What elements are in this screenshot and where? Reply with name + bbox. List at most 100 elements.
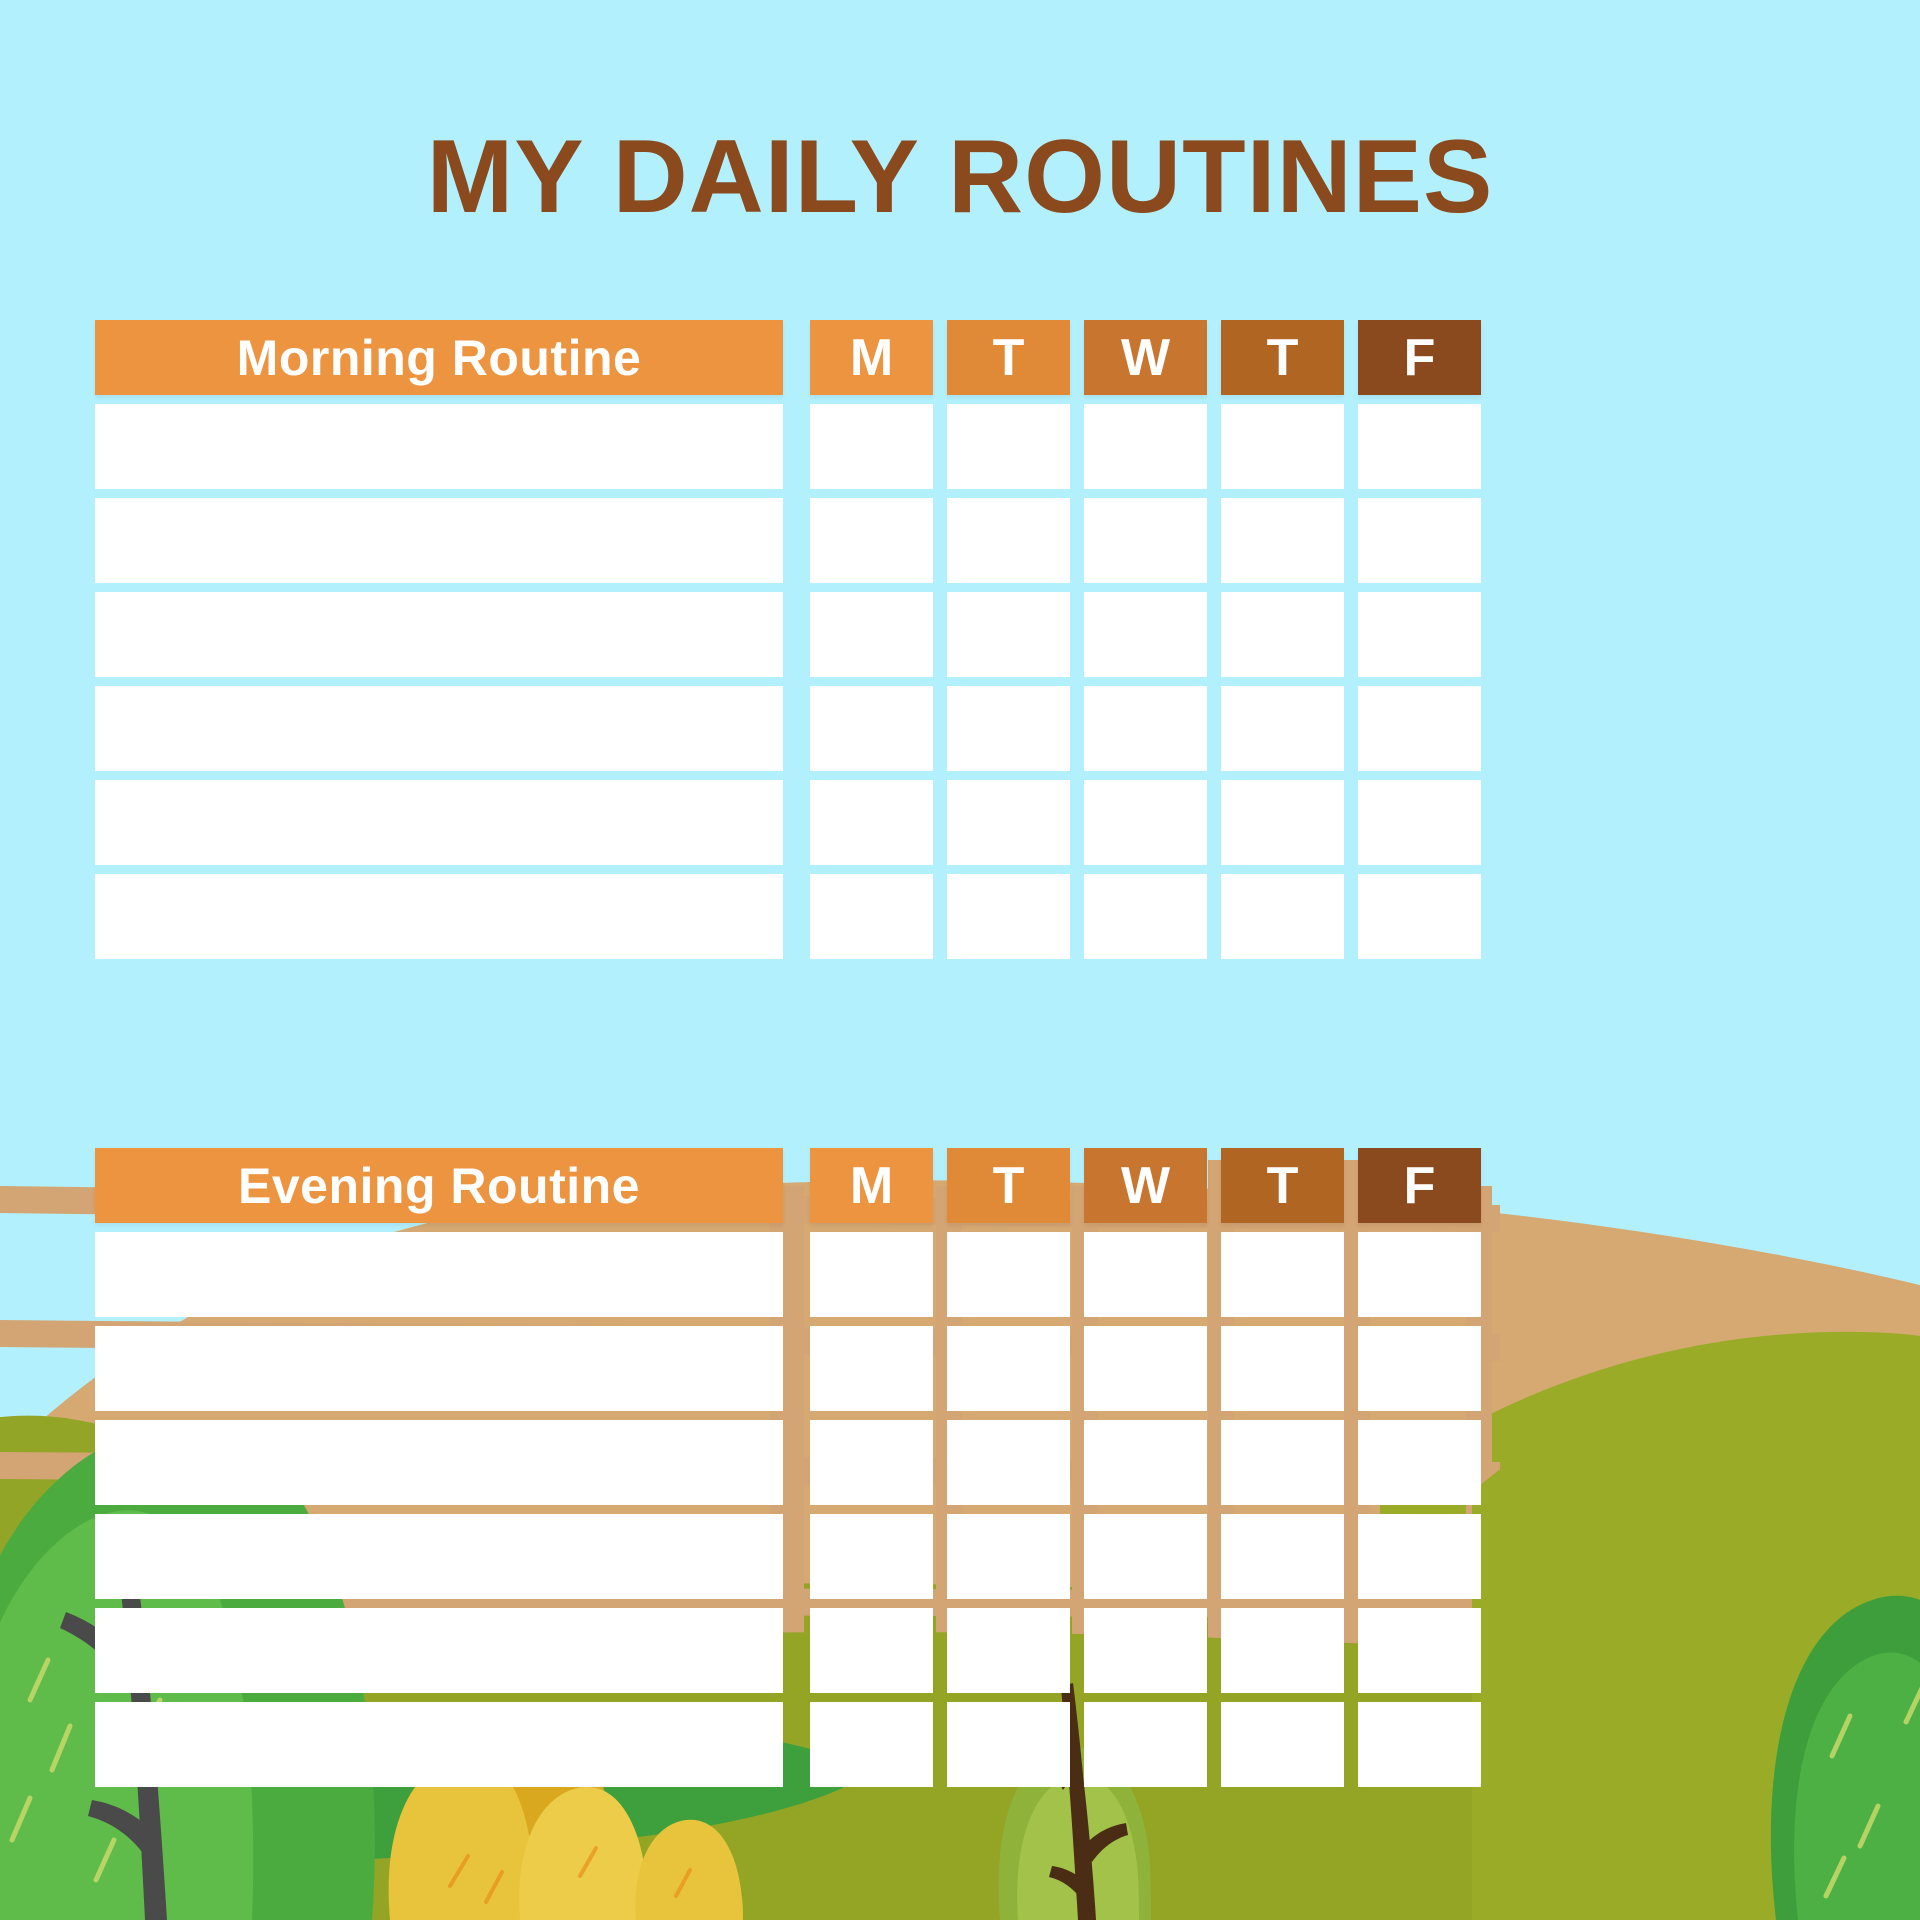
evening-check-cell-monday[interactable] [810, 1326, 933, 1411]
evening-check-cell-tuesday[interactable] [947, 1514, 1070, 1599]
evening-day-header-friday: F [1358, 1148, 1481, 1223]
morning-check-cell-wednesday[interactable] [1084, 498, 1207, 583]
evening-check-cell-friday[interactable] [1358, 1608, 1481, 1693]
morning-check-cell-monday[interactable] [810, 780, 933, 865]
morning-table-row [95, 498, 1481, 583]
morning-check-cell-monday[interactable] [810, 498, 933, 583]
morning-task-field[interactable] [95, 874, 783, 959]
morning-check-cell-monday[interactable] [810, 592, 933, 677]
morning-table-row [95, 874, 1481, 959]
evening-check-cell-thursday[interactable] [1221, 1702, 1344, 1787]
morning-day-header-tuesday-text: T [992, 328, 1025, 387]
morning-check-cell-tuesday[interactable] [947, 780, 1070, 865]
evening-check-cell-monday[interactable] [810, 1420, 933, 1505]
evening-check-cell-monday[interactable] [810, 1608, 933, 1693]
evening-check-cell-friday[interactable] [1358, 1702, 1481, 1787]
morning-day-header-monday-text: M [849, 328, 894, 387]
evening-day-header-thursday-text: T [1266, 1156, 1299, 1215]
morning-check-cell-wednesday[interactable] [1084, 780, 1207, 865]
morning-check-cell-monday[interactable] [810, 404, 933, 489]
evening-table-row [95, 1232, 1481, 1317]
evening-check-cell-wednesday[interactable] [1084, 1232, 1207, 1317]
evening-check-cell-friday[interactable] [1358, 1514, 1481, 1599]
evening-check-cell-wednesday[interactable] [1084, 1608, 1207, 1693]
evening-check-cell-thursday[interactable] [1221, 1326, 1344, 1411]
morning-table-row [95, 686, 1481, 771]
evening-check-cell-tuesday[interactable] [947, 1420, 1070, 1505]
morning-task-field[interactable] [95, 780, 783, 865]
evening-day-header-tuesday-text: T [992, 1156, 1025, 1215]
evening-check-cell-friday[interactable] [1358, 1232, 1481, 1317]
morning-check-cell-tuesday[interactable] [947, 686, 1070, 771]
morning-routine-header-text: Morning Routine [236, 329, 642, 386]
morning-day-header-friday: F [1358, 320, 1481, 395]
evening-check-cell-thursday[interactable] [1221, 1420, 1344, 1505]
morning-check-cell-thursday[interactable] [1221, 874, 1344, 959]
morning-check-cell-tuesday[interactable] [947, 874, 1070, 959]
morning-day-header-tuesday: T [947, 320, 1070, 395]
evening-table-row [95, 1608, 1481, 1693]
page-title: MY DAILY ROUTINES [426, 119, 1494, 235]
evening-task-field[interactable] [95, 1420, 783, 1505]
evening-table-row [95, 1420, 1481, 1505]
evening-day-header-tuesday: T [947, 1148, 1070, 1223]
evening-check-cell-monday[interactable] [810, 1514, 933, 1599]
morning-task-field[interactable] [95, 404, 783, 489]
evening-table-row [95, 1326, 1481, 1411]
morning-task-field[interactable] [95, 498, 783, 583]
evening-check-cell-tuesday[interactable] [947, 1326, 1070, 1411]
evening-check-cell-friday[interactable] [1358, 1326, 1481, 1411]
morning-check-cell-thursday[interactable] [1221, 592, 1344, 677]
morning-check-cell-wednesday[interactable] [1084, 874, 1207, 959]
morning-check-cell-thursday[interactable] [1221, 780, 1344, 865]
morning-table-row [95, 780, 1481, 865]
evening-check-cell-thursday[interactable] [1221, 1514, 1344, 1599]
morning-table-header-row: Morning Routine M T W T F [95, 320, 1481, 395]
evening-task-field[interactable] [95, 1608, 783, 1693]
evening-day-header-wednesday: W [1084, 1148, 1207, 1223]
evening-check-cell-monday[interactable] [810, 1702, 933, 1787]
morning-check-cell-monday[interactable] [810, 874, 933, 959]
morning-check-cell-wednesday[interactable] [1084, 404, 1207, 489]
evening-check-cell-tuesday[interactable] [947, 1232, 1070, 1317]
morning-day-header-monday: M [810, 320, 933, 395]
morning-check-cell-thursday[interactable] [1221, 686, 1344, 771]
morning-check-cell-friday[interactable] [1358, 592, 1481, 677]
evening-check-cell-wednesday[interactable] [1084, 1326, 1207, 1411]
evening-check-cell-monday[interactable] [810, 1232, 933, 1317]
morning-check-cell-tuesday[interactable] [947, 592, 1070, 677]
evening-table-row [95, 1702, 1481, 1787]
evening-check-cell-tuesday[interactable] [947, 1702, 1070, 1787]
morning-check-cell-friday[interactable] [1358, 686, 1481, 771]
evening-task-field[interactable] [95, 1514, 783, 1599]
morning-check-cell-wednesday[interactable] [1084, 686, 1207, 771]
evening-day-header-thursday: T [1221, 1148, 1344, 1223]
evening-check-cell-thursday[interactable] [1221, 1232, 1344, 1317]
morning-check-cell-tuesday[interactable] [947, 404, 1070, 489]
evening-check-cell-thursday[interactable] [1221, 1608, 1344, 1693]
morning-check-cell-tuesday[interactable] [947, 498, 1070, 583]
morning-check-cell-friday[interactable] [1358, 780, 1481, 865]
morning-check-cell-monday[interactable] [810, 686, 933, 771]
evening-task-field[interactable] [95, 1232, 783, 1317]
evening-check-cell-tuesday[interactable] [947, 1608, 1070, 1693]
morning-day-header-wednesday: W [1084, 320, 1207, 395]
evening-day-header-monday: M [810, 1148, 933, 1223]
morning-day-header-friday-text: F [1403, 328, 1436, 387]
morning-day-header-wednesday-text: W [1120, 328, 1171, 387]
evening-check-cell-wednesday[interactable] [1084, 1514, 1207, 1599]
morning-check-cell-friday[interactable] [1358, 498, 1481, 583]
evening-table-row [95, 1514, 1481, 1599]
morning-task-field[interactable] [95, 592, 783, 677]
evening-task-field[interactable] [95, 1326, 783, 1411]
morning-check-cell-wednesday[interactable] [1084, 592, 1207, 677]
evening-check-cell-wednesday[interactable] [1084, 1702, 1207, 1787]
evening-task-field[interactable] [95, 1702, 783, 1787]
morning-check-cell-friday[interactable] [1358, 874, 1481, 959]
morning-check-cell-friday[interactable] [1358, 404, 1481, 489]
morning-check-cell-thursday[interactable] [1221, 404, 1344, 489]
morning-check-cell-thursday[interactable] [1221, 498, 1344, 583]
evening-check-cell-friday[interactable] [1358, 1420, 1481, 1505]
morning-task-field[interactable] [95, 686, 783, 771]
evening-check-cell-wednesday[interactable] [1084, 1420, 1207, 1505]
